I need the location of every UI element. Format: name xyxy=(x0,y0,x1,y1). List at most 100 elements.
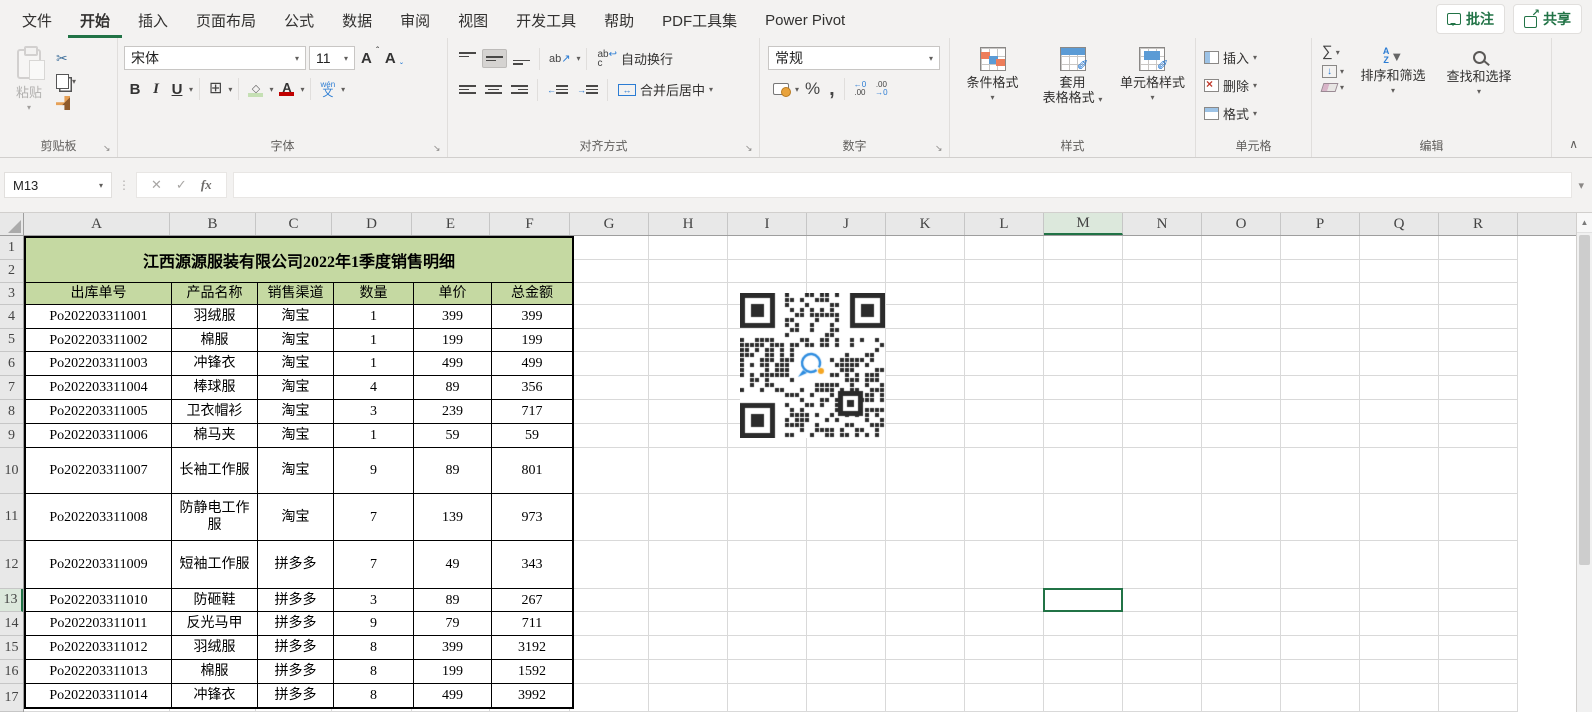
cell-N3[interactable] xyxy=(1123,283,1202,305)
delete-cells-button[interactable]: 删除 ▾ xyxy=(1200,74,1307,97)
share-button[interactable]: 共享 xyxy=(1513,4,1582,34)
table-cell[interactable]: Po202203311008 xyxy=(26,494,172,540)
cell-K9[interactable] xyxy=(886,424,965,448)
cell-I10[interactable] xyxy=(728,448,807,494)
cell-H16[interactable] xyxy=(649,660,728,684)
cell-J13[interactable] xyxy=(807,589,886,612)
cell-P1[interactable] xyxy=(1281,236,1360,260)
formula-input[interactable] xyxy=(233,172,1573,198)
table-cell[interactable]: Po202203311006 xyxy=(26,424,172,447)
cell-H13[interactable] xyxy=(649,589,728,612)
cell-G3[interactable] xyxy=(570,283,649,305)
cell-G8[interactable] xyxy=(570,400,649,424)
tab-数据[interactable]: 数据 xyxy=(330,1,384,38)
clear-button[interactable]: ▾ xyxy=(1322,83,1344,92)
decrease-decimal-button[interactable]: .00→0 xyxy=(872,79,890,99)
cell-Q5[interactable] xyxy=(1360,329,1439,352)
table-cell[interactable]: 1592 xyxy=(492,660,572,683)
table-cell[interactable]: 拼多多 xyxy=(258,660,334,683)
cell-Q2[interactable] xyxy=(1360,260,1439,283)
autosum-button[interactable]: ∑ ▾ xyxy=(1322,44,1344,60)
column-header-Q[interactable]: Q xyxy=(1360,213,1439,235)
cell-Q6[interactable] xyxy=(1360,352,1439,376)
cell-I14[interactable] xyxy=(728,612,807,636)
cell-K16[interactable] xyxy=(886,660,965,684)
cell-M16[interactable] xyxy=(1044,660,1123,684)
cell-Q11[interactable] xyxy=(1360,494,1439,541)
row-header-14[interactable]: 14 xyxy=(0,612,23,636)
tab-开发工具[interactable]: 开发工具 xyxy=(504,1,588,38)
table-cell[interactable]: 8 xyxy=(334,684,414,707)
paste-button[interactable]: 粘贴 ▾ xyxy=(10,46,48,118)
cell-R15[interactable] xyxy=(1439,636,1518,660)
cell-L7[interactable] xyxy=(965,376,1044,400)
cell-M6[interactable] xyxy=(1044,352,1123,376)
cell-G13[interactable] xyxy=(570,589,649,612)
cell-N9[interactable] xyxy=(1123,424,1202,448)
table-header-cell[interactable]: 数量 xyxy=(334,283,414,304)
cell-G17[interactable] xyxy=(570,684,649,712)
cell-I13[interactable] xyxy=(728,589,807,612)
comma-style-button[interactable]: , xyxy=(826,79,838,99)
cell-N5[interactable] xyxy=(1123,329,1202,352)
cell-O11[interactable] xyxy=(1202,494,1281,541)
expand-formula-bar-icon[interactable]: ▾ xyxy=(1578,179,1588,192)
cell-Q8[interactable] xyxy=(1360,400,1439,424)
row-header-8[interactable]: 8 xyxy=(0,400,23,424)
cell-G15[interactable] xyxy=(570,636,649,660)
cell-G5[interactable] xyxy=(570,329,649,352)
table-cell[interactable]: 89 xyxy=(414,589,492,611)
table-cell[interactable]: 棉服 xyxy=(172,660,258,683)
cell-N15[interactable] xyxy=(1123,636,1202,660)
cell-N6[interactable] xyxy=(1123,352,1202,376)
cell-G12[interactable] xyxy=(570,541,649,589)
tab-开始[interactable]: 开始 xyxy=(68,1,122,38)
accounting-format-button[interactable] xyxy=(770,81,792,97)
cell-P6[interactable] xyxy=(1281,352,1360,376)
table-cell[interactable]: 356 xyxy=(492,376,572,399)
cell-R4[interactable] xyxy=(1439,305,1518,329)
table-cell[interactable]: Po202203311004 xyxy=(26,376,172,399)
table-cell[interactable]: 淘宝 xyxy=(258,305,334,328)
table-cell[interactable]: 3992 xyxy=(492,684,572,707)
cell-H5[interactable] xyxy=(649,329,728,352)
table-cell[interactable]: 239 xyxy=(414,400,492,423)
column-header-L[interactable]: L xyxy=(965,213,1044,235)
merge-center-button[interactable]: ↔ 合并后居中 ▾ xyxy=(614,78,717,101)
cell-Q9[interactable] xyxy=(1360,424,1439,448)
table-cell[interactable]: Po202203311012 xyxy=(26,636,172,659)
table-cell[interactable]: 羽绒服 xyxy=(172,636,258,659)
cell-M14[interactable] xyxy=(1044,612,1123,636)
cell-R1[interactable] xyxy=(1439,236,1518,260)
cell-R5[interactable] xyxy=(1439,329,1518,352)
tab-file[interactable]: 文件 xyxy=(10,1,64,38)
format-as-table-button[interactable]: ✐ 套用 表格格式 ▾ xyxy=(1033,44,1112,137)
table-cell[interactable]: 冲锋衣 xyxy=(172,684,258,707)
borders-button[interactable]: ⊞ xyxy=(206,79,225,99)
row-header-7[interactable]: 7 xyxy=(0,376,23,400)
cell-P8[interactable] xyxy=(1281,400,1360,424)
table-cell[interactable]: Po202203311013 xyxy=(26,660,172,683)
cell-K3[interactable] xyxy=(886,283,965,305)
cell-P11[interactable] xyxy=(1281,494,1360,541)
column-header-N[interactable]: N xyxy=(1123,213,1202,235)
cell-P16[interactable] xyxy=(1281,660,1360,684)
phonetic-guide-button[interactable]: wén 文 xyxy=(317,79,338,99)
alignment-dialog-launcher-icon[interactable]: ↘ xyxy=(745,143,755,153)
cell-J10[interactable] xyxy=(807,448,886,494)
row-header-4[interactable]: 4 xyxy=(0,305,23,329)
column-header-E[interactable]: E xyxy=(412,213,490,235)
row-header-2[interactable]: 2 xyxy=(0,260,23,283)
align-center-button[interactable] xyxy=(482,81,505,98)
cell-N12[interactable] xyxy=(1123,541,1202,589)
cell-O3[interactable] xyxy=(1202,283,1281,305)
column-header-P[interactable]: P xyxy=(1281,213,1360,235)
table-cell[interactable]: 冲锋衣 xyxy=(172,352,258,375)
cell-J1[interactable] xyxy=(807,236,886,260)
font-name-select[interactable]: 宋体 ▾ xyxy=(124,46,306,70)
table-cell[interactable]: 79 xyxy=(414,612,492,635)
cell-J16[interactable] xyxy=(807,660,886,684)
table-cell[interactable]: 淘宝 xyxy=(258,376,334,399)
cell-L11[interactable] xyxy=(965,494,1044,541)
cell-O2[interactable] xyxy=(1202,260,1281,283)
